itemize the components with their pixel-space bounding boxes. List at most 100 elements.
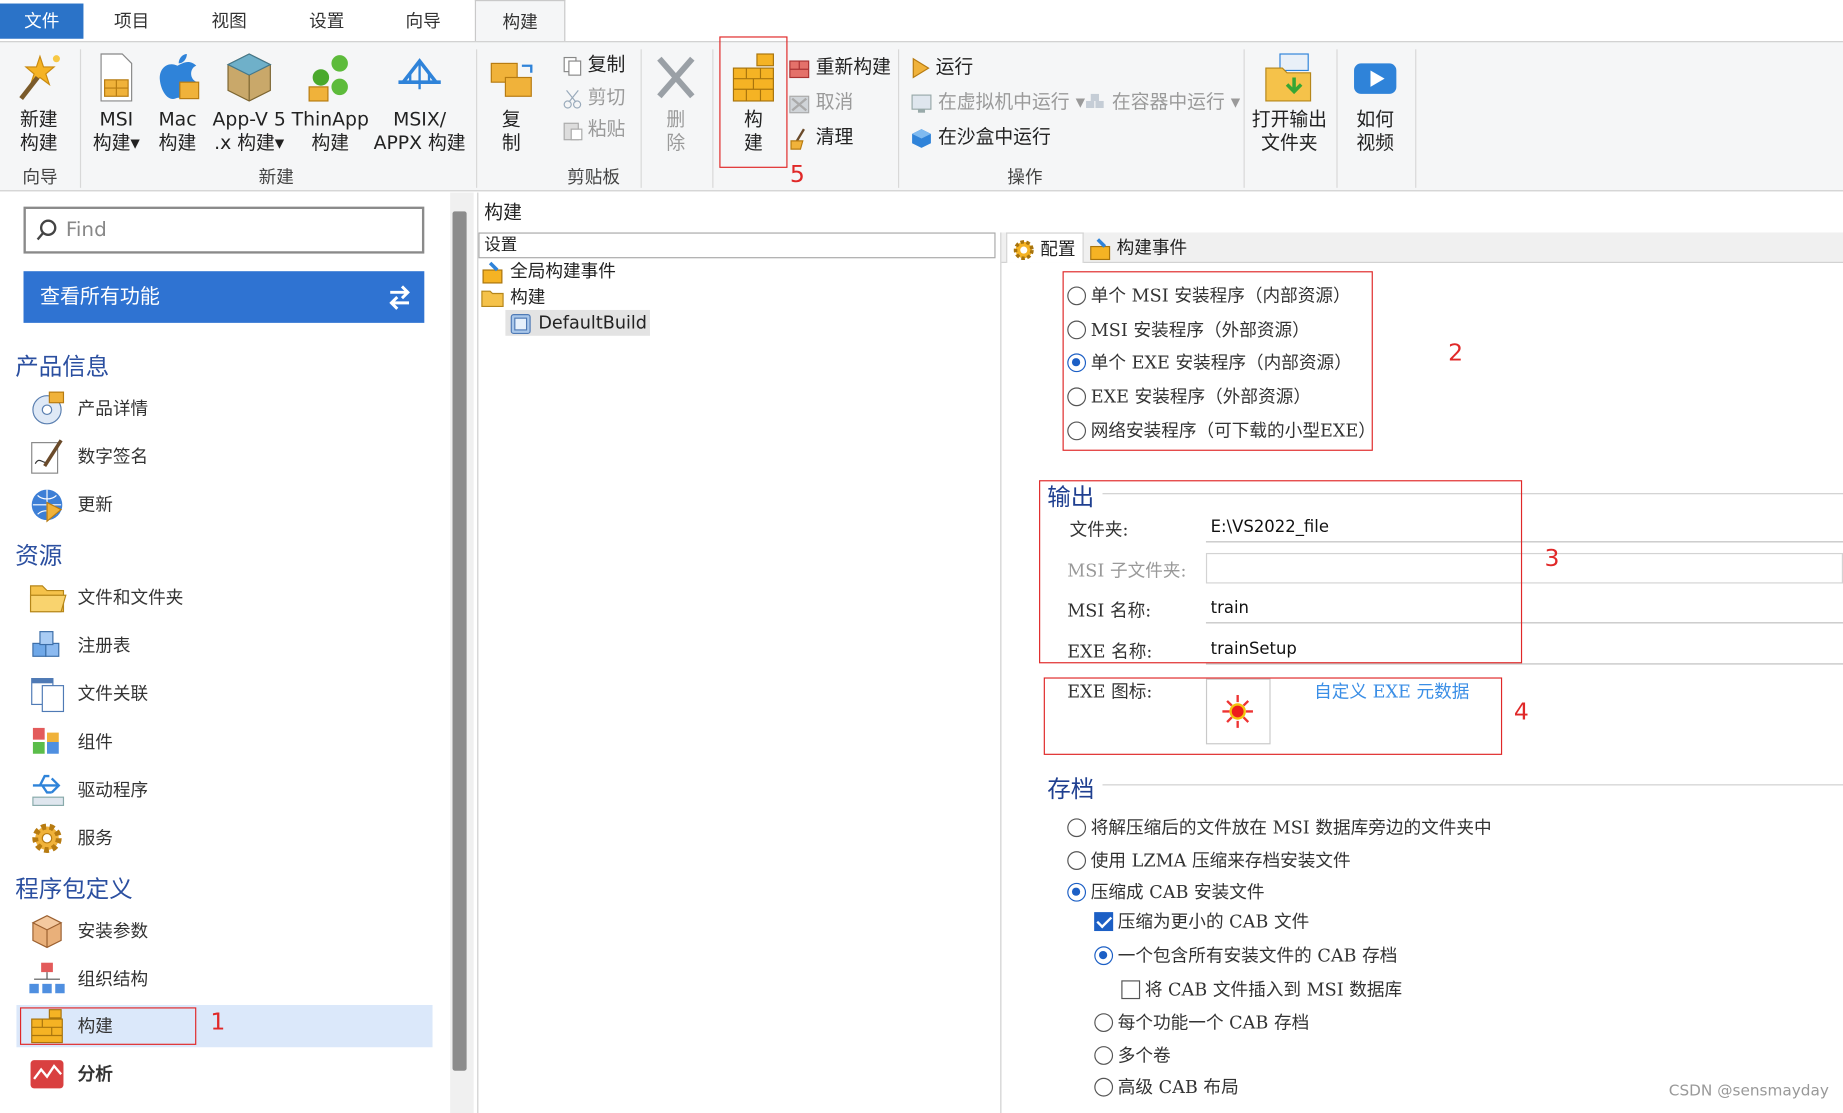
- tab-file[interactable]: 文件: [0, 3, 84, 39]
- nav-item-label: 驱动程序: [77, 779, 149, 801]
- exe-icon-picker[interactable]: [1205, 678, 1271, 745]
- insert-cab-checkbox[interactable]: 将 CAB 文件插入到 MSI 数据库: [1121, 978, 1402, 1001]
- rebuild-icon: [789, 59, 810, 78]
- thinapp-build-label-1: ThinApp: [291, 108, 369, 131]
- new-build-wizard-button[interactable]: 新建 构建: [7, 52, 70, 155]
- mac-build-button[interactable]: Mac 构建: [150, 52, 204, 155]
- how-to-video-button[interactable]: 如何 视频: [1343, 52, 1406, 155]
- nav-item-label: 产品详情: [77, 398, 149, 420]
- clean-button[interactable]: 清理: [788, 124, 853, 150]
- tree-item-builds[interactable]: 构建: [481, 284, 545, 310]
- tab-project[interactable]: 项目: [94, 4, 169, 39]
- tree-item-default-build[interactable]: DefaultBuild: [505, 309, 651, 336]
- package-type-radio-0[interactable]: 单个 MSI 安装程序（内部资源）: [1067, 284, 1351, 307]
- copy-build-button[interactable]: 复 制: [482, 59, 541, 155]
- radio-label: 单个 MSI 安装程序（内部资源）: [1090, 285, 1351, 307]
- nav-item-files-folders[interactable]: 文件和文件夹: [26, 576, 433, 618]
- package-type-radio-1[interactable]: MSI 安装程序（外部资源）: [1067, 318, 1310, 341]
- thinapp-build-button[interactable]: ThinApp 构建: [290, 52, 370, 155]
- appv-build-label-2: .x 构建▾: [214, 131, 285, 154]
- run-in-sandbox-button[interactable]: 在沙盒中运行: [910, 124, 1051, 150]
- checkbox-checked[interactable]: [1094, 912, 1114, 932]
- build-button[interactable]: 构 建: [722, 52, 785, 155]
- radio-circle[interactable]: [1067, 421, 1087, 441]
- radio-circle[interactable]: [1067, 387, 1087, 407]
- package-type-radio-4[interactable]: 网络安装程序（可下载的小型EXE）: [1067, 419, 1376, 442]
- archive-radio-0[interactable]: 将解压缩后的文件放在 MSI 数据库旁边的文件夹中: [1067, 816, 1492, 839]
- radio-circle[interactable]: [1067, 851, 1087, 870]
- tab-build[interactable]: 构建: [474, 0, 566, 43]
- cut-button[interactable]: 剪切: [562, 85, 625, 111]
- radio-circle[interactable]: [1067, 818, 1087, 838]
- tab-build-events[interactable]: 构建事件: [1084, 232, 1202, 263]
- appv-cube-icon: [226, 53, 272, 102]
- msi-name-label: MSI 名称:: [1067, 599, 1152, 622]
- radio-circle[interactable]: [1094, 1046, 1114, 1065]
- cab-radio-per-feature[interactable]: 每个功能一个 CAB 存档: [1094, 1011, 1309, 1034]
- tab-settings[interactable]: 设置: [289, 4, 364, 39]
- archive-radio-2[interactable]: 压缩成 CAB 安装文件: [1067, 881, 1265, 904]
- paste-button[interactable]: 粘贴: [562, 116, 625, 142]
- nav-item-digital-signature[interactable]: 数字签名: [26, 436, 433, 478]
- cab-radio-multi-volume[interactable]: 多个卷: [1094, 1044, 1171, 1067]
- radio-circle[interactable]: [1067, 286, 1087, 306]
- appv-build-button[interactable]: App-V 5 .x 构建▾: [209, 52, 289, 155]
- annotation-number-3: 3: [1544, 543, 1560, 572]
- nav-item-file-associations[interactable]: 文件关联: [26, 673, 433, 715]
- radio-circle[interactable]: [1094, 1077, 1114, 1097]
- delete-button[interactable]: 删 除: [648, 52, 704, 155]
- radio-circle-selected[interactable]: [1094, 946, 1114, 966]
- radio-circle-selected[interactable]: [1067, 353, 1087, 373]
- run-button[interactable]: 运行: [910, 54, 973, 80]
- exe-name-input[interactable]: trainSetup: [1205, 633, 1843, 665]
- view-all-features-button[interactable]: 查看所有功能: [23, 271, 425, 323]
- radio-circle[interactable]: [1067, 320, 1087, 340]
- nav-item-analysis[interactable]: 分析: [26, 1053, 433, 1095]
- radio-circle-selected[interactable]: [1067, 882, 1087, 902]
- checkbox[interactable]: [1121, 980, 1141, 1000]
- cab-radio-advanced[interactable]: 高级 CAB 布局: [1094, 1075, 1239, 1098]
- copy-build-label-2: 制: [501, 131, 521, 154]
- nav-item-services[interactable]: 服务: [26, 817, 433, 859]
- run-in-container-button[interactable]: 在容器中运行 ▾: [1084, 89, 1240, 115]
- smaller-cab-checkbox[interactable]: 压缩为更小的 CAB 文件: [1094, 910, 1309, 933]
- gear-service-icon: [32, 823, 62, 853]
- folder-label: 文件夹:: [1069, 518, 1129, 541]
- cancel-build-button[interactable]: 取消: [788, 89, 854, 115]
- output-folder-input[interactable]: E:\VS2022_file: [1205, 511, 1843, 543]
- tab-view[interactable]: 视图: [192, 4, 267, 39]
- run-in-vm-button[interactable]: 在虚拟机中运行 ▾: [910, 89, 1085, 115]
- find-search-box[interactable]: Find: [23, 206, 425, 254]
- custom-exe-metadata-link[interactable]: 自定义 EXE 元数据: [1314, 679, 1469, 704]
- open-output-folder-button[interactable]: 打开输出 文件夹: [1248, 52, 1330, 155]
- tree-item-global-build-events[interactable]: 全局构建事件: [481, 258, 616, 284]
- nav-item-components[interactable]: 组件: [26, 721, 433, 763]
- archive-radio-1[interactable]: 使用 LZMA 压缩来存档安装文件: [1067, 849, 1351, 872]
- play-icon: [912, 57, 930, 78]
- nav-item-install-parameters[interactable]: 安装参数: [26, 910, 433, 952]
- rebuild-button[interactable]: 重新构建: [788, 54, 891, 80]
- nav-item-organization[interactable]: 组织结构: [26, 958, 433, 1000]
- tab-wizard[interactable]: 向导: [386, 4, 461, 39]
- nav-item-product-details[interactable]: 产品详情: [26, 387, 433, 429]
- msi-build-button[interactable]: MSI 构建▾: [87, 52, 146, 155]
- nav-item-registry[interactable]: 注册表: [26, 625, 433, 667]
- cancel-label: 取消: [815, 90, 854, 113]
- copy-button[interactable]: 复制: [562, 52, 625, 78]
- msi-subfolder-label: MSI 子文件夹:: [1067, 560, 1187, 582]
- cab-radio-single[interactable]: 一个包含所有安装文件的 CAB 存档: [1094, 944, 1397, 967]
- msi-subfolder-input[interactable]: [1205, 552, 1843, 584]
- package-type-radio-2[interactable]: 单个 EXE 安装程序（内部资源）: [1067, 351, 1352, 374]
- config-tabs: 配置 构建事件: [1001, 232, 1843, 263]
- nav-item-drivers[interactable]: 驱动程序: [26, 769, 433, 811]
- radio-label: 单个 EXE 安装程序（内部资源）: [1090, 352, 1352, 374]
- copy-icon: [563, 56, 582, 76]
- left-scrollbar-thumb[interactable]: [452, 211, 467, 1071]
- nav-item-updates[interactable]: 更新: [26, 484, 433, 526]
- msi-name-input[interactable]: train: [1205, 592, 1843, 624]
- package-type-radio-3[interactable]: EXE 安装程序（外部资源）: [1067, 385, 1311, 408]
- msix-build-button[interactable]: MSIX/ APPX 构建: [371, 52, 467, 155]
- tab-configuration[interactable]: 配置: [1006, 232, 1084, 263]
- msi-build-label-1: MSI: [99, 108, 134, 131]
- radio-circle[interactable]: [1094, 1013, 1114, 1032]
